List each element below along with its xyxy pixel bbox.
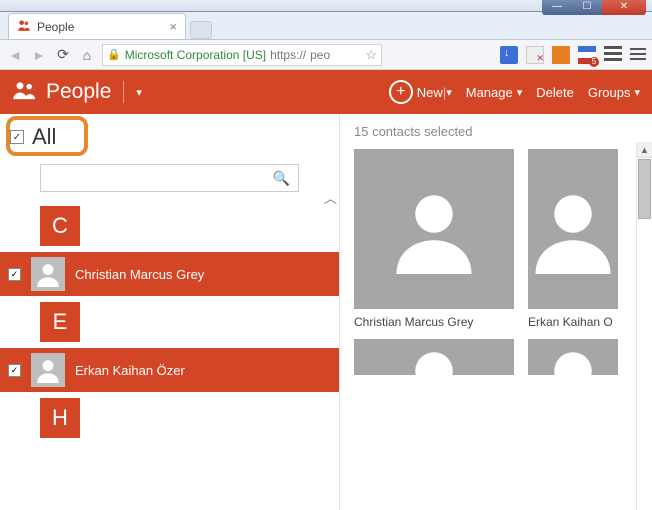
- new-button[interactable]: + New | ▾: [389, 80, 452, 104]
- selection-status: 15 contacts selected: [354, 124, 646, 139]
- letter-header-e[interactable]: E: [40, 302, 80, 342]
- scroll-thumb[interactable]: [638, 159, 651, 219]
- contact-name: Erkan Kaihan Özer: [75, 363, 185, 378]
- url-rest: peo: [310, 48, 330, 62]
- contact-card[interactable]: [354, 339, 514, 375]
- nav-back-button[interactable]: ◄: [6, 46, 24, 64]
- new-label: New: [417, 85, 443, 100]
- list-item[interactable]: ✓ Erkan Kaihan Özer: [0, 348, 339, 392]
- contact-name: Christian Marcus Grey: [75, 267, 204, 282]
- search-field[interactable]: [49, 171, 273, 186]
- contact-detail-panel: 15 contacts selected Christian Marcus Gr…: [340, 114, 652, 510]
- flag-extension-icon[interactable]: [578, 46, 596, 64]
- scroll-up-icon[interactable]: ▲: [637, 142, 652, 158]
- stack-extension-icon[interactable]: [604, 46, 622, 64]
- delete-label: Delete: [536, 85, 574, 100]
- nav-forward-button[interactable]: ►: [30, 46, 48, 64]
- select-all-row[interactable]: ✓ All: [0, 118, 339, 156]
- contact-card[interactable]: Erkan Kaihan O: [528, 149, 618, 335]
- extensions-toolbar: [500, 46, 646, 64]
- contact-card[interactable]: Christian Marcus Grey: [354, 149, 514, 335]
- letter-header-h[interactable]: H: [40, 398, 80, 438]
- window-maximize-button[interactable]: ☐: [572, 0, 602, 15]
- groups-button[interactable]: Groups ▾: [588, 85, 640, 100]
- contact-checkbox[interactable]: ✓: [8, 268, 21, 281]
- manage-label: Manage: [466, 85, 513, 100]
- search-icon[interactable]: 🔍: [273, 170, 290, 187]
- avatar-icon: [528, 149, 618, 309]
- lock-icon: 🔒: [107, 48, 121, 61]
- main-area: ✓ All 🔍 ︿ C ✓ Christian Marcus Grey E ✓ …: [0, 114, 652, 510]
- contact-list-panel: ✓ All 🔍 ︿ C ✓ Christian Marcus Grey E ✓ …: [0, 114, 340, 510]
- window-close-button[interactable]: ✕: [602, 0, 646, 15]
- letter-header-c[interactable]: C: [40, 206, 80, 246]
- plus-circle-icon: +: [389, 80, 413, 104]
- contact-checkbox[interactable]: ✓: [8, 364, 21, 377]
- browser-nav-bar: ◄ ► ⟳ ⌂ 🔒 Microsoft Corporation [US] htt…: [0, 40, 652, 70]
- nav-reload-button[interactable]: ⟳: [54, 46, 72, 64]
- bookmark-star-icon[interactable]: ☆: [365, 47, 377, 63]
- manage-button[interactable]: Manage ▾: [466, 85, 523, 100]
- app-title: People: [46, 80, 111, 104]
- chrome-menu-icon[interactable]: [630, 48, 646, 62]
- groups-label: Groups: [588, 85, 631, 100]
- title-divider: [123, 81, 124, 103]
- avatar-icon: [354, 339, 514, 375]
- select-all-checkbox[interactable]: ✓: [10, 130, 24, 144]
- orange-extension-icon[interactable]: [552, 46, 570, 64]
- omnibox[interactable]: 🔒 Microsoft Corporation [US] https:// peo…: [102, 44, 382, 66]
- avatar-icon: [31, 353, 65, 387]
- avatar-icon: [528, 339, 618, 375]
- groups-chevron-icon: ▾: [634, 86, 640, 99]
- manage-chevron-icon: ▾: [517, 86, 523, 99]
- people-favicon-icon: [17, 18, 31, 35]
- card-name: Erkan Kaihan O: [528, 309, 618, 335]
- delete-button[interactable]: Delete: [536, 85, 574, 100]
- url-scheme: https://: [270, 48, 306, 62]
- list-scroll-up-icon[interactable]: ︿: [324, 188, 337, 207]
- avatar-icon: [354, 149, 514, 309]
- scrollbar[interactable]: ▲: [636, 142, 652, 510]
- window-titlebar: — ☐ ✕: [0, 0, 652, 12]
- avatar-icon: [31, 257, 65, 291]
- blocker-extension-icon[interactable]: [526, 46, 544, 64]
- list-item[interactable]: ✓ Christian Marcus Grey: [0, 252, 339, 296]
- select-all-label: All: [32, 124, 56, 150]
- app-header: People ▾ + New | ▾ Manage ▾ Delete Group…: [0, 70, 652, 114]
- ev-cert-label: Microsoft Corporation [US]: [125, 48, 266, 62]
- tab-title: People: [37, 20, 74, 34]
- browser-tab-strip: People ×: [0, 12, 652, 40]
- nav-home-button[interactable]: ⌂: [78, 46, 96, 64]
- new-dropdown-chevron-icon[interactable]: ▾: [446, 86, 452, 99]
- tab-close-icon[interactable]: ×: [169, 19, 177, 34]
- download-extension-icon[interactable]: [500, 46, 518, 64]
- card-name: Christian Marcus Grey: [354, 309, 514, 335]
- search-input[interactable]: 🔍: [40, 164, 299, 192]
- new-tab-button[interactable]: [190, 21, 212, 39]
- people-logo-icon: [12, 80, 38, 105]
- window-minimize-button[interactable]: —: [542, 0, 572, 15]
- app-switcher-chevron-icon[interactable]: ▾: [136, 86, 142, 99]
- contact-card[interactable]: [528, 339, 618, 375]
- browser-tab-people[interactable]: People ×: [8, 13, 186, 39]
